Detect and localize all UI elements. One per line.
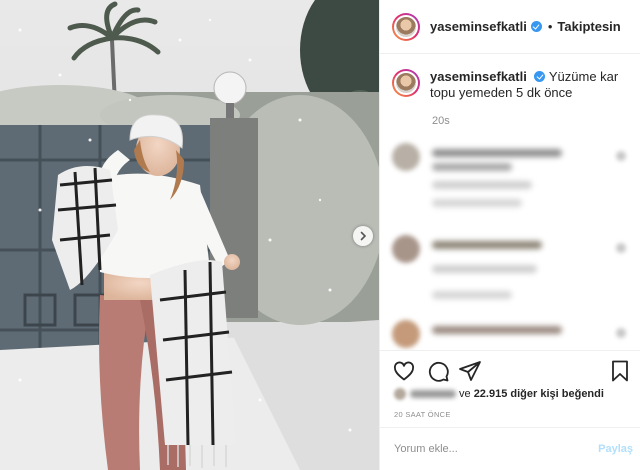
bookmark-icon[interactable] [608, 359, 632, 383]
blurred-comment [392, 320, 632, 350]
heart-icon[interactable] [392, 359, 416, 383]
username-link[interactable]: yaseminsefkatli [430, 19, 527, 34]
avatar[interactable] [392, 12, 420, 41]
post-comment-button[interactable]: Paylaş [598, 443, 633, 455]
likes-prefix: ve [459, 388, 471, 400]
caption-text: yaseminsefkatli Yüzüme kar topu yemeden … [430, 69, 630, 101]
liker-name-blurred [410, 390, 456, 398]
comments-section: yaseminsefkatli Yüzüme kar topu yemeden … [380, 55, 640, 350]
post-photo[interactable] [0, 0, 379, 470]
blurred-comment [392, 143, 632, 213]
share-icon[interactable] [458, 359, 482, 383]
caption: yaseminsefkatli Yüzüme kar topu yemeden … [392, 69, 632, 101]
verified-badge-icon [530, 21, 542, 32]
likes-suffix[interactable]: diğer kişi beğendi [510, 388, 604, 400]
avatar[interactable] [392, 69, 420, 97]
photo-illustration [0, 0, 379, 470]
comment-icon[interactable] [426, 359, 450, 383]
caption-username[interactable]: yaseminsefkatli [430, 69, 527, 84]
comment-bar: Paylaş [380, 427, 640, 470]
follow-status-button[interactable]: Takiptesin [557, 19, 620, 34]
action-bar [380, 350, 640, 390]
liker-avatar [394, 388, 406, 400]
likes-text: ve 22.915 diğer kişi beğendi [459, 388, 604, 400]
carousel-next-button[interactable] [353, 226, 373, 246]
chevron-right-icon [360, 231, 367, 241]
separator-dot: • [547, 19, 553, 34]
post-date: 20 SAAT ÖNCE [394, 410, 451, 419]
post-header: yaseminsefkatli • Takiptesin [380, 0, 640, 54]
blurred-comment [392, 235, 632, 305]
post-side-panel: yaseminsefkatli • Takiptesin yaseminsefk… [379, 0, 640, 470]
caption-time: 20s [432, 115, 450, 127]
comment-input[interactable] [394, 443, 584, 455]
verified-badge-icon [534, 71, 546, 82]
likes-summary[interactable]: ve 22.915 diğer kişi beğendi [394, 385, 634, 403]
likes-count[interactable]: 22.915 [474, 388, 508, 400]
